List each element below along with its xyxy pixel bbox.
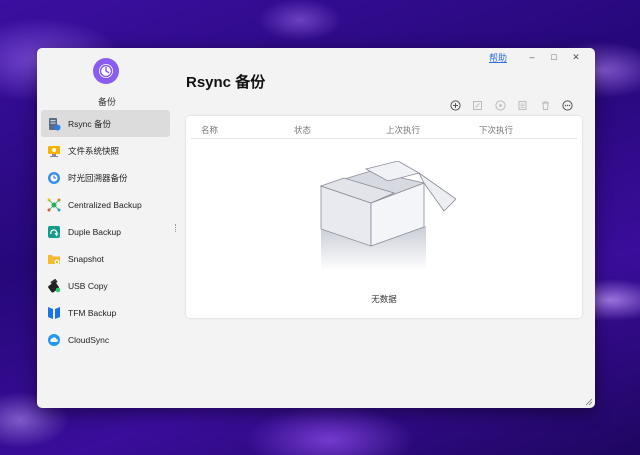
edit-button[interactable] [467,98,490,112]
sidebar-item-cloudsync[interactable]: CloudSync [41,326,170,353]
centralized-network-icon [47,198,61,212]
resize-grip-icon[interactable] [584,397,593,406]
sidebar-item-snapshot[interactable]: Snapshot [41,245,170,272]
play-icon [495,99,506,111]
column-header-name[interactable]: 名称 [201,124,218,136]
duple-backup-icon [47,225,61,239]
log-button[interactable] [512,98,535,112]
column-header-last-run[interactable]: 上次执行 [386,124,420,136]
sidebar-item-label: Rsync 备份 [68,118,111,129]
rsync-server-icon [47,117,61,131]
page-title: Rsync 备份 [186,74,266,91]
main-content: Rsync 备份 名称 状态 上次执行 下次执行 无数据 [186,48,595,408]
sidebar-item-duple-backup[interactable]: Duple Backup [41,218,170,245]
task-list-panel: 名称 状态 上次执行 下次执行 无数据 [186,116,582,318]
time-machine-icon [47,171,61,185]
empty-state-text: 无数据 [371,294,397,304]
edit-icon [473,100,483,110]
table-header: 名称 状态 上次执行 下次执行 [191,121,577,139]
sidebar-item-centralized-backup[interactable]: Centralized Backup [41,191,170,218]
run-button[interactable] [489,98,512,112]
sidebar-item-rsync-backup[interactable]: Rsync 备份 [41,110,170,137]
app-name: 备份 [97,97,116,107]
clock-icon [93,58,119,84]
add-button[interactable] [444,98,467,112]
sidebar-splitter[interactable] [175,224,176,232]
sidebar-item-label: Snapshot [68,253,104,264]
sidebar-item-tfm-backup[interactable]: TFM Backup [41,299,170,326]
delete-icon [541,101,549,110]
cloud-sync-icon [47,333,61,347]
sidebar-item-time-machine[interactable]: 时光回溯器备份 [41,164,170,191]
empty-box-illustration [319,161,456,271]
more-icon [562,99,573,111]
more-button[interactable] [557,98,580,112]
delete-button[interactable] [534,98,557,112]
sidebar-item-label: TFM Backup [68,307,117,318]
sidebar-item-fs-snapshot[interactable]: 文件系统快照 [41,137,170,164]
sidebar-item-label: CloudSync [68,334,110,345]
sidebar-item-label: Centralized Backup [68,199,142,210]
log-icon [518,100,527,110]
sidebar-item-label: Duple Backup [68,226,121,237]
sidebar-item-label: 文件系统快照 [68,145,120,156]
sidebar-item-label: 时光回溯器备份 [68,172,128,183]
backup-app-window: 帮助 – □ ✕ 备份 Rsync 备份 文件系统快照 时光回溯器备份 Cent… [37,48,595,408]
sidebar: 备份 Rsync 备份 文件系统快照 时光回溯器备份 Centralized B… [37,48,177,408]
add-icon [450,99,461,111]
sidebar-nav: Rsync 备份 文件系统快照 时光回溯器备份 Centralized Back… [41,110,170,353]
column-header-next-run[interactable]: 下次执行 [479,124,513,136]
usb-copy-icon [47,278,61,293]
sidebar-item-usb-copy[interactable]: USB Copy [41,272,170,299]
column-header-status[interactable]: 状态 [294,124,311,136]
sidebar-item-label: USB Copy [68,280,108,291]
folder-snapshot-icon [47,252,61,266]
snapshot-monitor-icon [47,144,61,158]
toolbar [444,98,579,112]
tfm-backup-icon [47,306,61,320]
